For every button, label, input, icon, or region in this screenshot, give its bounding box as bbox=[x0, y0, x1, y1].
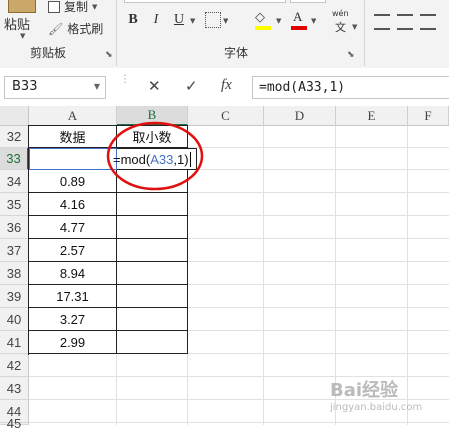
clipboard-group-label: 剪贴板 bbox=[30, 46, 67, 60]
cell-b35[interactable] bbox=[117, 193, 188, 216]
row-header-37[interactable]: 37 bbox=[0, 239, 29, 262]
worksheet-grid: A B C D E F 32 33 34 35 36 37 38 39 40 4… bbox=[0, 106, 449, 431]
copy-dropdown-icon[interactable]: ▼ bbox=[92, 3, 97, 11]
format-painter-label: 格式刷 bbox=[67, 22, 104, 36]
column-header-e[interactable]: E bbox=[336, 106, 408, 126]
font-color-icon: A bbox=[293, 9, 303, 24]
row-header-35[interactable]: 35 bbox=[0, 193, 29, 216]
gridline bbox=[188, 330, 449, 331]
align-middle-button[interactable] bbox=[397, 14, 413, 30]
name-box-value: B33 bbox=[12, 79, 38, 94]
column-header-f[interactable]: F bbox=[408, 106, 449, 126]
gridline bbox=[116, 353, 117, 425]
paste-button[interactable]: 粘贴 ▼ bbox=[4, 0, 44, 42]
phonetic-label: wén bbox=[332, 9, 349, 18]
font-name-box[interactable] bbox=[124, 0, 286, 3]
font-color-swatch bbox=[291, 26, 307, 30]
italic-button[interactable]: I bbox=[147, 11, 165, 29]
formula-text: =mod(A33,1) bbox=[259, 80, 346, 95]
name-box-dropdown-icon[interactable]: ▼ bbox=[94, 82, 100, 91]
phonetic-dropdown-icon[interactable]: ▼ bbox=[352, 23, 357, 31]
gridline bbox=[263, 126, 264, 425]
row-header-33[interactable]: 33 bbox=[0, 148, 29, 170]
gridline bbox=[188, 215, 449, 216]
phonetic-sub-label: 文 bbox=[335, 21, 346, 34]
ribbon-separator bbox=[116, 0, 117, 66]
underline-dropdown-icon[interactable]: ▼ bbox=[190, 17, 195, 25]
cell-a38[interactable]: 8.94 bbox=[29, 262, 117, 285]
align-top-button[interactable] bbox=[374, 14, 390, 30]
font-size-box[interactable] bbox=[290, 0, 326, 3]
column-header-d[interactable]: D bbox=[264, 106, 336, 126]
name-box[interactable]: B33 ▼ bbox=[4, 76, 106, 99]
row-header-38[interactable]: 38 bbox=[0, 262, 29, 285]
paint-bucket-icon: ◇ bbox=[255, 10, 265, 25]
watermark-sub: jingyan.baidu.com bbox=[330, 402, 423, 413]
gridline bbox=[188, 147, 449, 148]
copy-label: 复制 bbox=[64, 0, 89, 14]
font-launcher-icon[interactable]: ⬊ bbox=[347, 50, 355, 60]
row-header-39[interactable]: 39 bbox=[0, 285, 29, 308]
row-header-40[interactable]: 40 bbox=[0, 308, 29, 331]
paste-icon bbox=[8, 0, 36, 13]
cell-b40[interactable] bbox=[117, 308, 188, 331]
gridline bbox=[188, 169, 449, 170]
format-painter-icon: 🖌 bbox=[48, 21, 64, 36]
copy-button[interactable]: 复制 ▼ bbox=[48, 0, 97, 15]
formula-input[interactable]: =mod(A33,1) bbox=[252, 76, 449, 99]
gridline bbox=[188, 353, 449, 354]
row-header-36[interactable]: 36 bbox=[0, 216, 29, 239]
annotation-ellipse bbox=[106, 121, 204, 191]
cell-a36[interactable]: 4.77 bbox=[29, 216, 117, 239]
formula-bar-divider: ⋮ bbox=[120, 75, 130, 98]
cell-a35[interactable]: 4.16 bbox=[29, 193, 117, 216]
insert-function-icon[interactable]: fx bbox=[221, 77, 232, 94]
cancel-icon[interactable]: ✕ bbox=[148, 77, 161, 95]
format-painter-button[interactable]: 🖌 格式刷 bbox=[48, 20, 103, 37]
font-group-label: 字体 bbox=[224, 46, 249, 60]
watermark-brand: Bai经验 bbox=[330, 380, 399, 401]
align-bottom-button[interactable] bbox=[420, 14, 436, 30]
cell-b36[interactable] bbox=[117, 216, 188, 239]
gridline bbox=[188, 284, 449, 285]
fill-color-swatch bbox=[255, 26, 271, 30]
cell-a41[interactable]: 2.99 bbox=[29, 331, 117, 354]
copy-icon bbox=[48, 0, 60, 13]
cell-a39[interactable]: 17.31 bbox=[29, 285, 117, 308]
enter-icon[interactable]: ✓ bbox=[185, 77, 198, 95]
cell-b37[interactable] bbox=[117, 239, 188, 262]
paste-label: 粘贴 bbox=[4, 18, 31, 33]
gridline bbox=[188, 307, 449, 308]
cell-b39[interactable] bbox=[117, 285, 188, 308]
fill-color-dropdown-icon[interactable]: ▼ bbox=[276, 17, 281, 25]
bold-button[interactable]: B bbox=[124, 11, 142, 29]
gridline bbox=[188, 238, 449, 239]
watermark: Bai经验 jingyan.baidu.com bbox=[330, 376, 422, 413]
row-header-34[interactable]: 34 bbox=[0, 170, 29, 193]
fill-color-button[interactable]: ◇ bbox=[254, 10, 274, 32]
row-header-41[interactable]: 41 bbox=[0, 331, 29, 354]
ribbon-separator bbox=[364, 0, 365, 66]
row-header-32[interactable]: 32 bbox=[0, 126, 29, 148]
paste-dropdown-icon[interactable]: ▼ bbox=[20, 32, 25, 40]
ribbon: 粘贴 ▼ 复制 ▼ 🖌 格式刷 剪贴板 ⬊ B I U ▼ ▼ ◇ ▼ A ▼ … bbox=[0, 0, 449, 69]
font-color-dropdown-icon[interactable]: ▼ bbox=[311, 17, 316, 25]
gridline bbox=[188, 261, 449, 262]
cell-a40[interactable]: 3.27 bbox=[29, 308, 117, 331]
font-color-button[interactable]: A bbox=[290, 9, 308, 32]
border-button[interactable] bbox=[205, 12, 221, 28]
clipboard-launcher-icon[interactable]: ⬊ bbox=[105, 50, 113, 60]
row-header-42[interactable]: 42 bbox=[0, 354, 29, 377]
row-header-43[interactable]: 43 bbox=[0, 377, 29, 400]
gridline bbox=[29, 422, 449, 423]
border-dropdown-icon[interactable]: ▼ bbox=[223, 17, 228, 25]
underline-button[interactable]: U bbox=[170, 11, 188, 29]
cell-a37[interactable]: 2.57 bbox=[29, 239, 117, 262]
cell-b38[interactable] bbox=[117, 262, 188, 285]
annotation-ellipse-shape bbox=[106, 121, 204, 191]
select-all-corner[interactable] bbox=[0, 106, 29, 126]
gridline bbox=[188, 192, 449, 193]
cell-b41[interactable] bbox=[117, 331, 188, 354]
gridline bbox=[187, 353, 188, 425]
